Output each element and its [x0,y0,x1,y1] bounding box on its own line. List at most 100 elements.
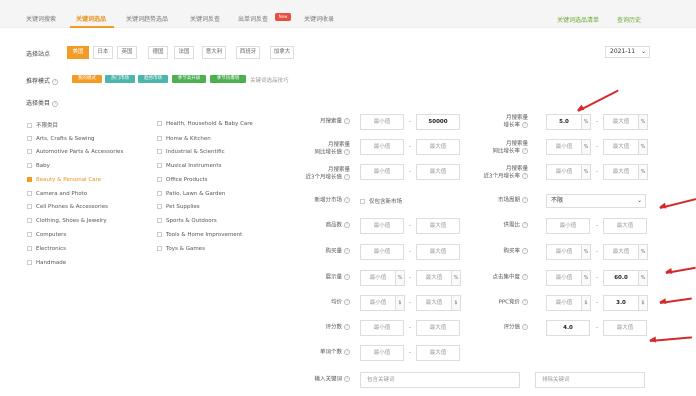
mode-tag-seasonal-rise[interactable]: 季节高升级 [172,75,206,83]
checkbox[interactable] [157,177,162,182]
help-icon[interactable]: ? [344,174,350,180]
monthly-search-max-input[interactable]: 50000 [416,114,460,130]
category-option[interactable]: Arts, Crafts & Sewing [27,136,95,142]
tab-order-keyword-reverse[interactable]: 出单词反查 [238,14,268,23]
help-icon[interactable]: ? [344,149,350,155]
checkbox[interactable] [157,218,162,223]
help-icon[interactable]: ? [522,122,528,128]
site-option-us[interactable]: 美国 [67,46,89,59]
reviews-min-input[interactable]: 最小值 [360,320,404,336]
rating-max-input[interactable]: 最大值 [603,320,647,336]
ppc-max-input[interactable]: 3.0 [603,295,639,311]
yoy-growth-min-input[interactable]: 最小值 [360,139,404,155]
category-option-selected[interactable]: Beauty & Personal Care [27,177,101,183]
three-month-growth-min-input[interactable]: 最小值 [360,164,404,180]
checkbox[interactable] [27,149,32,154]
checkbox[interactable] [27,123,32,128]
mode-tag-my[interactable]: 我的模式 [72,75,102,83]
supply-demand-max-input[interactable]: 最大值 [603,218,647,234]
checkbox[interactable] [27,232,32,237]
help-icon[interactable]: ? [344,197,350,203]
site-option-es[interactable]: 西班牙 [236,46,260,59]
category-option[interactable]: Baby [27,163,50,169]
products-max-input[interactable]: 最大值 [416,218,460,234]
site-option-it[interactable]: 意大利 [202,46,226,59]
purchase-rate-max-input[interactable]: 最大值 [603,244,639,260]
site-option-fr[interactable]: 法国 [174,46,194,59]
checkbox[interactable] [27,136,32,141]
help-icon[interactable]: ? [52,78,59,85]
help-icon[interactable]: ? [522,248,528,254]
monthly-growth-min-input[interactable]: 5.0 [546,114,582,130]
checkbox[interactable] [27,163,32,168]
checkbox[interactable] [157,121,162,126]
category-option[interactable]: Musical Instruments [157,163,221,169]
checkbox[interactable] [27,260,32,265]
tab-keyword-reverse[interactable]: 关键词反查 [190,14,220,23]
mode-tag-trend-market[interactable]: 趋势市场 [138,75,168,83]
monthly-search-min-input[interactable]: 最小值 [360,114,404,130]
click-concentration-min-input[interactable]: 最小值 [546,270,582,286]
tab-keyword-product-selection[interactable]: 关键词选品 [76,14,106,23]
reviews-max-input[interactable]: 最大值 [416,320,460,336]
mode-tag-seasonal-boom[interactable]: 季节热爆增 [210,75,246,83]
supply-demand-min-input[interactable]: 最小值 [546,218,590,234]
help-icon[interactable]: ? [344,248,350,254]
category-option[interactable]: Automotive Parts & Accessories [27,149,123,155]
click-concentration-max-input[interactable]: 60.0 [603,270,639,286]
category-option[interactable]: Sports & Outdoors [157,218,217,224]
site-option-ca[interactable]: 加拿大 [270,46,294,59]
checkbox[interactable] [360,199,365,204]
checkbox[interactable] [157,204,162,209]
category-option[interactable]: Cell Phones & Accessories [27,204,108,210]
checkbox[interactable] [157,232,162,237]
market-cycle-select[interactable]: 不限 ⌄ [546,194,646,208]
month-select[interactable]: 2021-11 ⌄ [605,46,650,58]
category-option[interactable]: Toys & Games [157,246,205,252]
include-keyword-input[interactable]: 包含关键词 [360,372,520,388]
category-option[interactable]: Industrial & Scientific [157,149,225,155]
category-option[interactable]: Electronics [27,246,66,252]
site-option-uk[interactable]: 英国 [117,46,137,59]
price-max-input[interactable]: 最大值 [416,295,452,311]
ppc-min-input[interactable]: 最小值 [546,295,582,311]
help-icon[interactable]: ? [344,324,350,330]
help-icon[interactable]: ? [522,197,528,203]
help-icon[interactable]: ? [344,299,350,305]
word-count-max-input[interactable]: 最大值 [416,345,460,361]
help-icon[interactable]: ? [344,376,350,382]
three-month-growth-max-input[interactable]: 最大值 [416,164,460,180]
site-option-de[interactable]: 德国 [148,46,168,59]
yoy-rate-min-input[interactable]: 最小值 [546,139,582,155]
word-count-min-input[interactable]: 最小值 [360,345,404,361]
three-month-rate-min-input[interactable]: 最小值 [546,164,582,180]
price-min-input[interactable]: 最小值 [360,295,396,311]
site-option-jp[interactable]: 日本 [93,46,113,59]
checkbox[interactable] [157,246,162,251]
help-icon[interactable]: ? [344,118,350,124]
tab-keyword-indexing[interactable]: 关键词收录 [304,14,334,23]
impressions-max-input[interactable]: 最大值 [416,270,452,286]
category-option[interactable]: Tools & Home Improvement [157,232,242,238]
category-option[interactable]: 不限类目 [27,121,58,129]
purchases-max-input[interactable]: 最大值 [416,244,460,260]
category-option[interactable]: Camera and Photo [27,191,87,197]
checkbox[interactable] [157,163,162,168]
checkbox[interactable] [27,246,32,251]
checkbox[interactable] [27,218,32,223]
category-option[interactable]: Computers [27,232,66,238]
help-icon[interactable]: ? [522,222,528,228]
products-min-input[interactable]: 最小值 [360,218,404,234]
mode-tag-hot-market[interactable]: 热门市场 [105,75,135,83]
help-icon[interactable]: ? [522,324,528,330]
checkbox[interactable] [27,204,32,209]
tab-keyword-trend-selection[interactable]: 关键词趋势选品 [126,14,168,23]
monthly-growth-max-input[interactable]: 最大值 [603,114,639,130]
category-option[interactable]: Health, Household & Baby Care [157,121,253,127]
impressions-min-input[interactable]: 最小值 [360,270,396,286]
help-icon[interactable]: ? [344,222,350,228]
rating-min-input[interactable]: 4.0 [546,320,590,336]
help-icon[interactable]: ? [522,148,528,154]
help-icon[interactable]: ? [522,274,528,280]
category-option[interactable]: Pet Supplies [157,204,200,210]
